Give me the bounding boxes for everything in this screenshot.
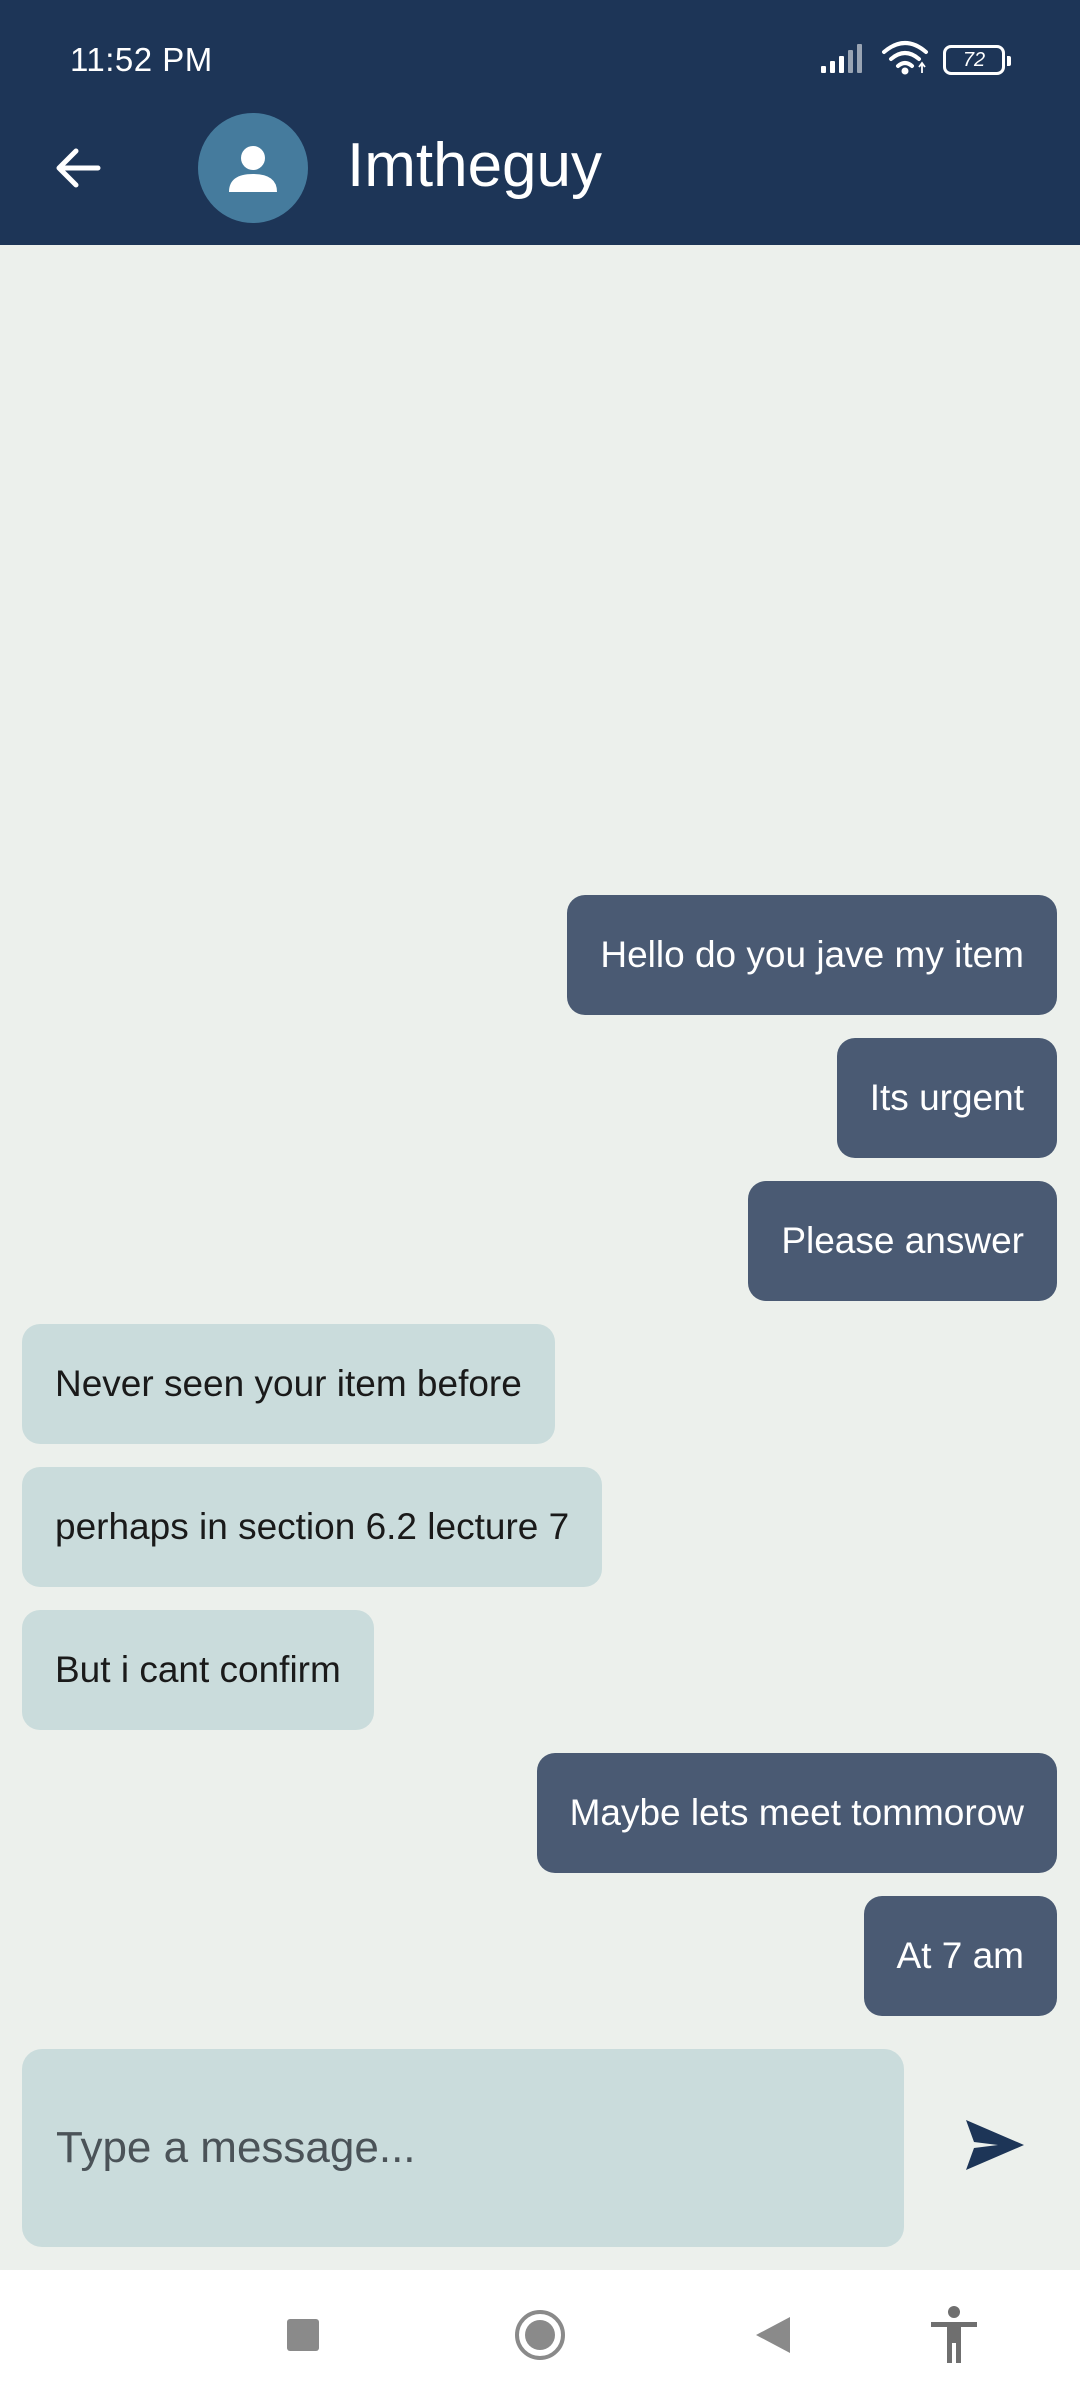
wifi-icon — [881, 40, 929, 81]
message-input[interactable] — [22, 2049, 904, 2247]
status-icons: 72 — [819, 40, 1011, 81]
message-bubble-outgoing: At 7 am — [863, 1896, 1057, 2016]
recents-button[interactable] — [263, 2295, 343, 2375]
back-nav-button[interactable] — [733, 2295, 813, 2375]
status-time: 11:52 PM — [70, 41, 213, 78]
send-button[interactable] — [950, 2100, 1040, 2190]
home-circle-icon — [515, 2310, 565, 2360]
home-button[interactable] — [500, 2295, 580, 2375]
person-icon — [229, 146, 277, 192]
message-bubble-outgoing: Maybe lets meet tommorow — [536, 1753, 1057, 1873]
avatar[interactable] — [198, 113, 308, 223]
message-bubble-incoming: Never seen your item before — [22, 1324, 555, 1444]
send-icon — [966, 2120, 1024, 2170]
back-button[interactable] — [40, 130, 115, 205]
accessibility-icon — [931, 2306, 977, 2363]
battery-icon: 72 — [943, 45, 1011, 75]
message-composer — [22, 2049, 904, 2247]
app-header: 11:52 PM 72 Imtheguy — [0, 0, 1080, 245]
message-list[interactable]: Hello do you jave my item Its urgent Ple… — [0, 245, 1080, 2035]
message-bubble-outgoing: Please answer — [748, 1181, 1057, 1301]
arrow-left-icon — [56, 148, 100, 187]
system-nav-bar — [0, 2270, 1080, 2400]
recents-square-icon — [287, 2319, 319, 2351]
status-bar: 11:52 PM 72 — [0, 0, 1080, 118]
accessibility-button[interactable] — [914, 2295, 994, 2375]
message-bubble-incoming: But i cant confirm — [22, 1610, 374, 1730]
signal-icon — [819, 42, 867, 79]
message-bubble-outgoing: Its urgent — [836, 1038, 1057, 1158]
contact-name: Imtheguy — [347, 131, 603, 200]
battery-level: 72 — [962, 48, 986, 71]
message-bubble-outgoing: Hello do you jave my item — [567, 895, 1057, 1015]
back-triangle-icon — [756, 2317, 790, 2353]
message-bubble-incoming: perhaps in section 6.2 lecture 7 — [22, 1467, 603, 1587]
